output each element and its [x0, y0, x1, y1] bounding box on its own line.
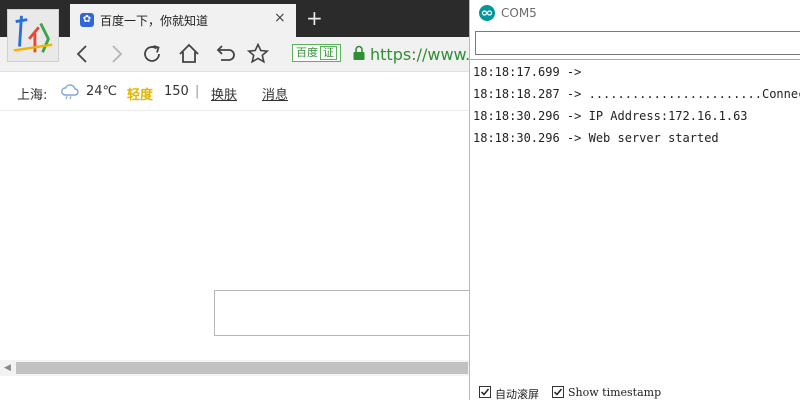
weather-temperature: 24℃ [86, 84, 118, 99]
navigation-bar: 百度证 https://www.b [0, 37, 470, 72]
cert-badge-label: 百度 [296, 46, 318, 59]
air-quality-value: 150 [164, 84, 189, 99]
tab-baidu[interactable]: ✿ 百度一下，你就知道 × [70, 4, 296, 37]
address-bar-url[interactable]: https://www.b [370, 45, 470, 64]
separator: | [195, 84, 200, 99]
close-tab-icon[interactable]: × [274, 10, 286, 26]
home-icon[interactable] [176, 41, 202, 67]
arrow-right-icon[interactable] [103, 41, 129, 67]
serial-footer: 自动滚屏 Show timestamp [470, 380, 800, 400]
autoscroll-label: 自动滚屏 [495, 388, 539, 400]
secure-cert-badge[interactable]: 百度证 [292, 44, 341, 62]
arrow-left-icon[interactable] [70, 41, 96, 67]
reload-icon[interactable] [139, 41, 165, 67]
show-timestamp-label: Show timestamp [568, 386, 662, 399]
scrollbar-thumb[interactable] [16, 362, 468, 374]
air-quality-level: 轻度 [127, 88, 154, 103]
scroll-left-icon[interactable]: ◀ [4, 363, 11, 373]
cert-badge-mark: 证 [320, 46, 337, 60]
serial-line: 18:18:18.287 -> ........................… [473, 87, 800, 101]
weather-city: 上海: [17, 88, 48, 103]
serial-title-bar: COM5 [470, 0, 800, 27]
tab-bar: ✿ 百度一下，你就知道 × + [0, 0, 470, 37]
new-tab-button[interactable]: + [306, 8, 323, 28]
serial-monitor-window: COM5 18:18:17.699 -> 18:18:18.287 -> ...… [469, 0, 800, 400]
cloud-rain-icon [60, 84, 80, 100]
serial-line: 18:18:17.699 -> [473, 65, 582, 79]
tab-title: 百度一下，你就知道 [100, 14, 209, 28]
serial-line: 18:18:30.296 -> IP Address:172.16.1.63 [473, 109, 748, 123]
serial-port-title: COM5 [501, 6, 537, 20]
weather-info-bar: 上海: 24℃ 轻度 150 | 换肤 消息 [0, 72, 470, 111]
change-skin-link[interactable]: 换肤 [211, 84, 237, 103]
star-icon[interactable] [245, 41, 271, 67]
messages-link[interactable]: 消息 [262, 84, 288, 103]
baidu-paw-icon: ✿ [80, 13, 94, 27]
horizontal-scrollbar[interactable]: ◀ [0, 360, 470, 376]
serial-send-input[interactable] [475, 31, 800, 55]
autoscroll-checkbox[interactable] [479, 386, 491, 398]
arduino-icon [479, 5, 495, 21]
browser-window: ✿ 百度一下，你就知道 × + 百度证 https://www.b 上海: 24… [0, 0, 470, 400]
search-input[interactable] [214, 290, 470, 336]
lock-icon [352, 45, 366, 61]
serial-output-area[interactable]: 18:18:17.699 -> 18:18:18.287 -> ........… [470, 59, 800, 378]
show-timestamp-checkbox[interactable] [552, 386, 564, 398]
browser-logo [7, 9, 59, 62]
serial-line: 18:18:30.296 -> Web server started [473, 131, 719, 145]
undo-icon[interactable] [211, 41, 237, 67]
